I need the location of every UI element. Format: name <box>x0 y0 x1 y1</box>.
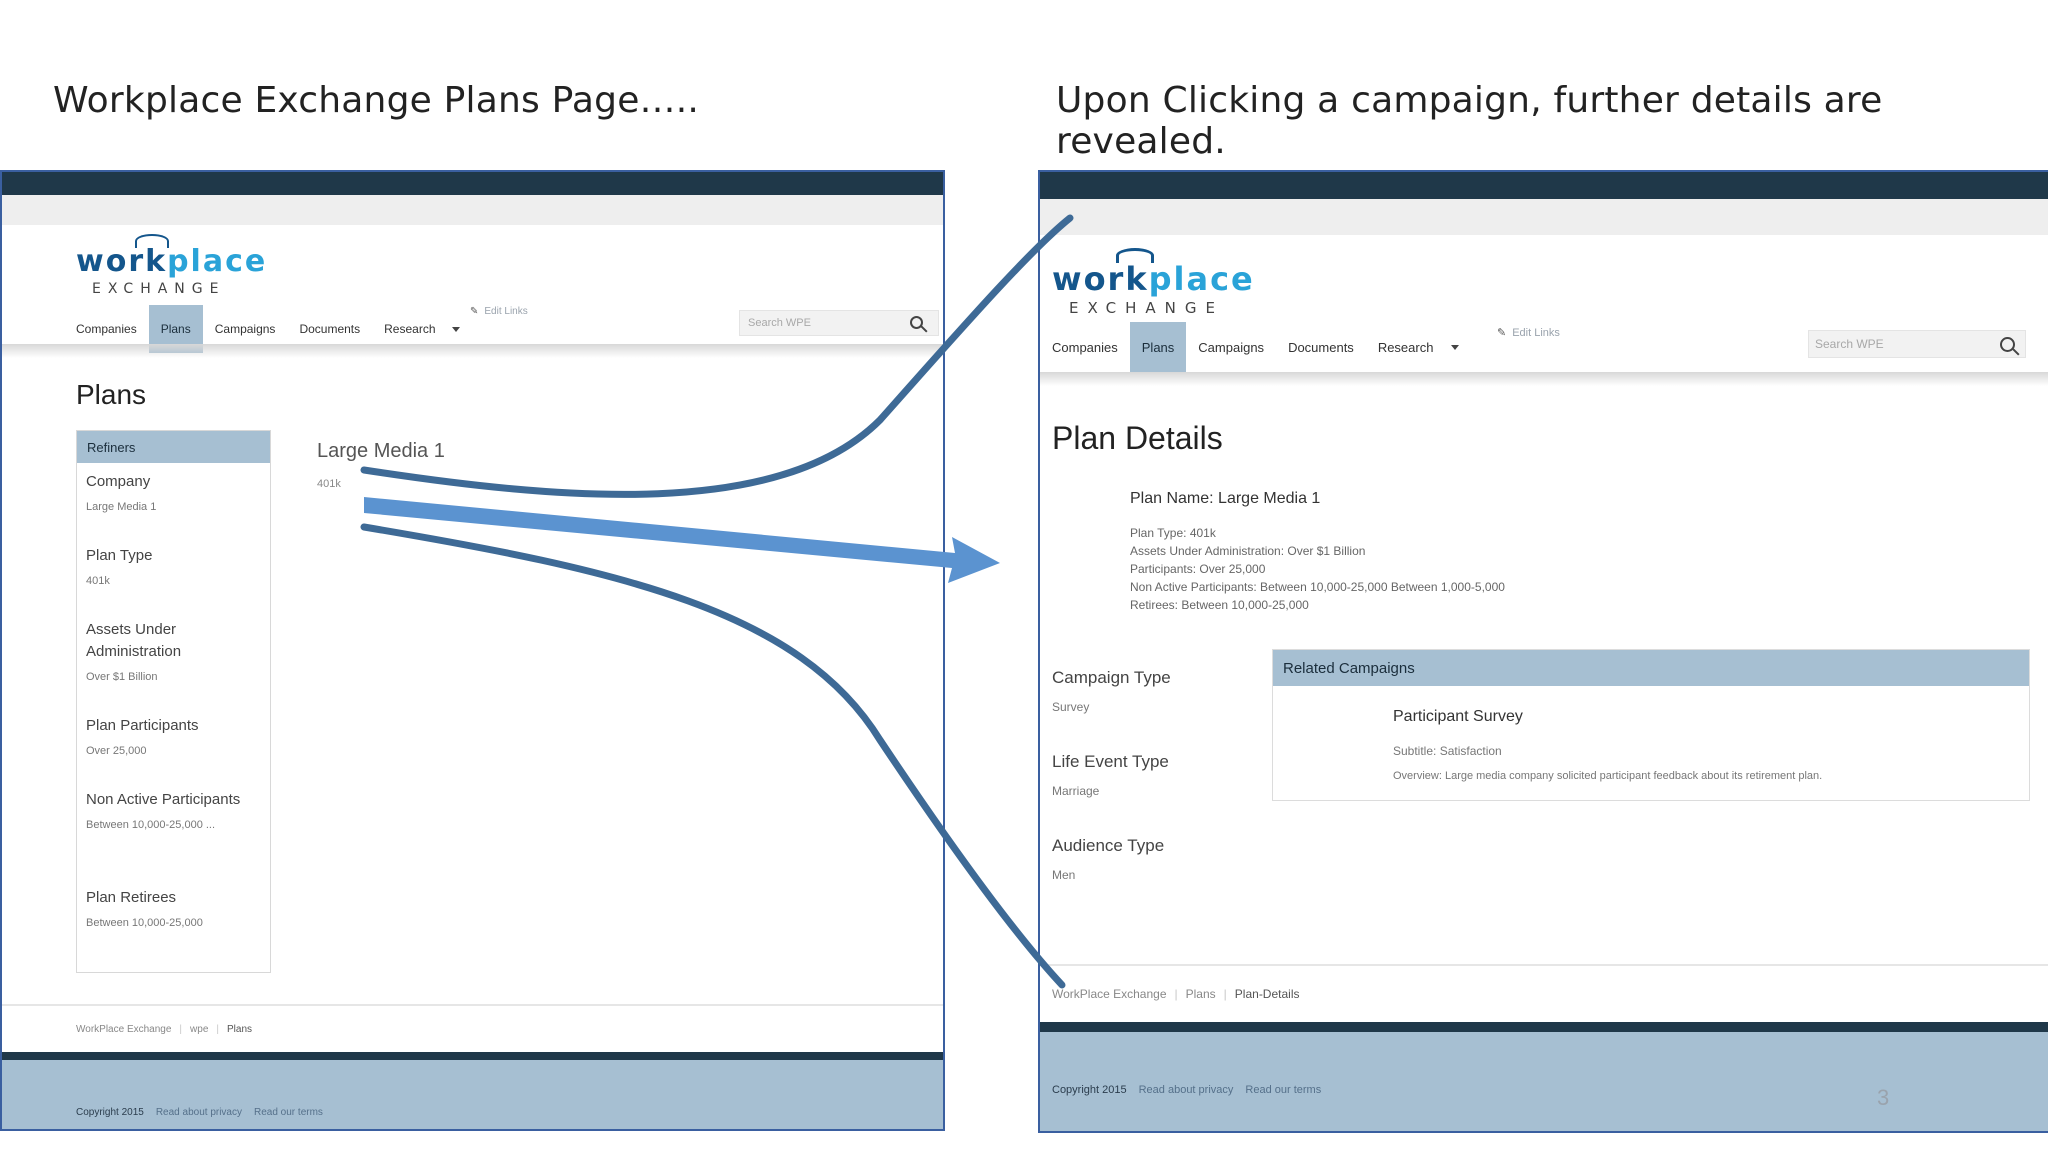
privacy-link[interactable]: Read about privacy <box>156 1107 242 1118</box>
plan-detail-type: Plan Type: 401k <box>1130 526 1216 540</box>
logo-arc-icon <box>1116 248 1154 263</box>
refiner-participants[interactable]: Plan Participants Over 25,000 <box>86 715 256 757</box>
privacy-link[interactable]: Read about privacy <box>1139 1084 1234 1096</box>
plans-page-screenshot: workplace EXCHANGE Companies Plans Campa… <box>0 170 945 1131</box>
breadcrumb-home[interactable]: WorkPlace Exchange <box>76 1024 171 1035</box>
footer-divider <box>1040 964 2048 966</box>
nav-shadow <box>2 344 943 358</box>
nav-item-plans[interactable]: Plans <box>1129 322 1187 372</box>
breadcrumb: WorkPlace Exchange | Plans | Plan-Detail… <box>1052 987 1300 1001</box>
plan-details-screenshot: workplace EXCHANGE Companies Plans Campa… <box>1038 170 2048 1133</box>
chevron-down-icon <box>451 326 460 332</box>
copyright-text: Copyright 2015 <box>1052 1084 1127 1096</box>
plan-details-list: Plan Type: 401k Assets Under Administrat… <box>1130 524 1505 614</box>
audience-type-group: Audience Type Men <box>1052 836 1165 882</box>
top-bar <box>1040 172 2048 199</box>
page-title: Plan Details <box>1052 420 1223 456</box>
related-campaigns-header: Related Campaigns <box>1273 650 2029 686</box>
campaign-subtitle: Subtitle: Satisfaction <box>1393 744 1502 758</box>
plan-result-type: 401k <box>317 478 341 490</box>
refiner-company[interactable]: Company Large Media 1 <box>86 471 256 513</box>
nav-item-companies[interactable]: Companies <box>1040 322 1130 372</box>
main-nav: Companies Plans Campaigns Documents Rese… <box>1040 322 1465 372</box>
search-input[interactable]: Search WPE <box>739 310 939 336</box>
refiner-retirees[interactable]: Plan Retirees Between 10,000-25,000 <box>86 887 256 929</box>
breadcrumb-separator: | <box>1174 987 1178 1001</box>
edit-links[interactable]: ✎ Edit Links <box>470 306 528 317</box>
plan-detail-non-active: Non Active Participants: Between 10,000-… <box>1130 580 1505 594</box>
refiner-plan-type[interactable]: Plan Type 401k <box>86 545 256 587</box>
footer-links: Copyright 2015 Read about privacy Read o… <box>76 1107 323 1118</box>
refiners-panel: Refiners Company Large Media 1 Plan Type… <box>76 430 271 973</box>
nav-item-campaigns[interactable]: Campaigns <box>1186 322 1276 372</box>
slide-title-left: Workplace Exchange Plans Page….. <box>53 80 700 121</box>
breadcrumb-current: Plans <box>227 1024 253 1035</box>
campaign-type-group: Campaign Type Survey <box>1052 668 1171 714</box>
plan-name: Plan Name: Large Media 1 <box>1130 490 1321 507</box>
nav-item-documents[interactable]: Documents <box>1276 322 1366 372</box>
pencil-icon: ✎ <box>1497 327 1507 339</box>
search-icon[interactable] <box>2000 337 2015 352</box>
terms-link[interactable]: Read our terms <box>254 1107 323 1118</box>
plan-detail-assets: Assets Under Administration: Over $1 Bil… <box>1130 544 1366 558</box>
plan-detail-retirees: Retirees: Between 10,000-25,000 <box>1130 598 1309 612</box>
footer <box>1040 1032 2048 1131</box>
research-dropdown[interactable] <box>1445 322 1465 372</box>
search-icon[interactable] <box>910 316 923 329</box>
plan-result-link[interactable]: Large Media 1 <box>317 440 445 463</box>
refiner-non-active[interactable]: Non Active Participants Between 10,000-2… <box>86 789 256 831</box>
sub-bar <box>2 195 943 225</box>
breadcrumb-separator: | <box>1223 987 1227 1001</box>
footer-bar <box>1040 1022 2048 1032</box>
breadcrumb: WorkPlace Exchange | wpe | Plans <box>76 1024 252 1035</box>
nav-item-research[interactable]: Research <box>1366 322 1446 372</box>
footer-links: Copyright 2015 Read about privacy Read o… <box>1052 1084 1321 1096</box>
plan-detail-participants: Participants: Over 25,000 <box>1130 562 1266 576</box>
slide-title-right: Upon Clicking a campaign, further detail… <box>1056 80 1883 162</box>
chevron-down-icon <box>1451 344 1460 350</box>
footer <box>2 1060 943 1129</box>
logo-arc-icon <box>135 234 169 248</box>
footer-bar <box>2 1052 943 1060</box>
breadcrumb-home[interactable]: WorkPlace Exchange <box>1052 987 1167 1001</box>
edit-links[interactable]: ✎ Edit Links <box>1497 326 1560 339</box>
life-event-type-group: Life Event Type Marriage <box>1052 752 1169 798</box>
terms-link[interactable]: Read our terms <box>1245 1084 1321 1096</box>
breadcrumb-wpe[interactable]: wpe <box>190 1024 208 1035</box>
copyright-text: Copyright 2015 <box>76 1107 144 1118</box>
search-input[interactable]: Search WPE <box>1808 330 2026 358</box>
workplace-exchange-logo[interactable]: workplace EXCHANGE <box>76 234 267 297</box>
breadcrumb-plans[interactable]: Plans <box>1186 987 1216 1001</box>
workplace-exchange-logo[interactable]: workplace EXCHANGE <box>1052 248 1255 317</box>
breadcrumb-current: Plan-Details <box>1234 987 1300 1001</box>
refiners-header: Refiners <box>77 431 270 463</box>
sub-bar <box>1040 199 2048 235</box>
campaign-title-link[interactable]: Participant Survey <box>1393 708 1523 726</box>
campaign-overview: Overview: Large media company solicited … <box>1393 770 1823 782</box>
page-title: Plans <box>76 379 147 410</box>
breadcrumb-separator: | <box>216 1024 219 1035</box>
breadcrumb-separator: | <box>179 1024 183 1035</box>
slide-number: 3 <box>1877 1085 1890 1110</box>
top-bar <box>2 172 943 195</box>
refiner-assets[interactable]: Assets Under Administration Over $1 Bill… <box>86 619 256 683</box>
nav-shadow <box>1040 372 2048 386</box>
related-campaigns-panel: Related Campaigns Participant Survey Sub… <box>1272 649 2030 801</box>
footer-divider <box>2 1004 943 1006</box>
pencil-icon: ✎ <box>470 306 479 317</box>
